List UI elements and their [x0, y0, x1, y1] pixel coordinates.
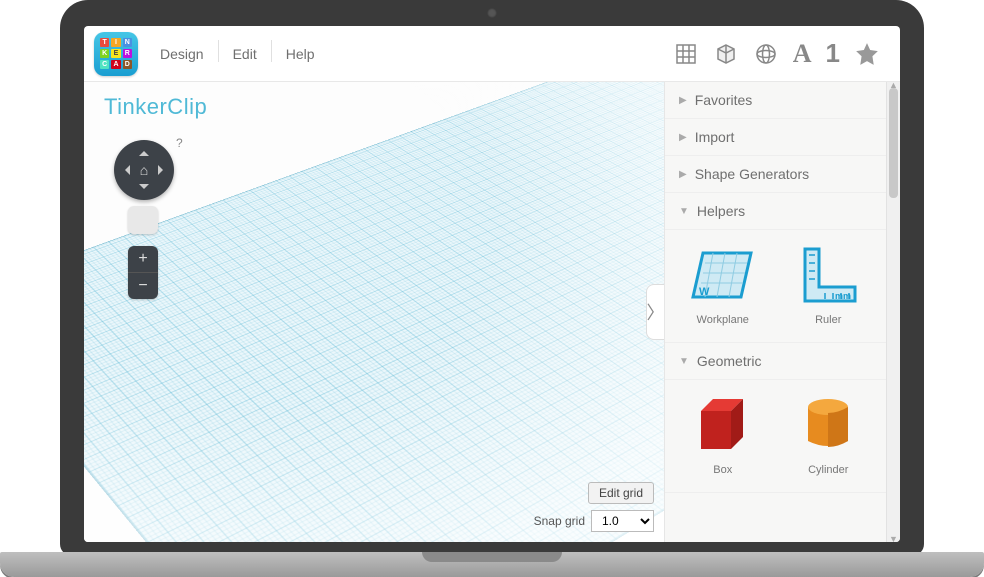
number-1-icon[interactable]: 1 [826, 41, 840, 67]
screen: TIN KER CAD Design Edit Help [84, 26, 900, 542]
workspace: TinkerClip ? ⌂ + − [84, 82, 900, 542]
shape-cylinder[interactable]: Cylinder [783, 390, 875, 476]
laptop-frame: TIN KER CAD Design Edit Help [60, 0, 924, 556]
grid-icon[interactable] [673, 41, 699, 67]
camera-dot [487, 8, 497, 18]
grid-controls: Edit grid Snap grid 1.0 [534, 482, 654, 532]
home-icon[interactable]: ⌂ [140, 162, 148, 178]
shapes-panel: ▶ Favorites ▶ Import ▶ Shape Generators ▼ He… [664, 82, 900, 542]
view-orbit[interactable]: ⌂ [114, 140, 174, 200]
scrollbar-thumb[interactable] [889, 88, 898, 198]
helper-workplane[interactable]: W Workplane [677, 240, 769, 326]
toolbar-icons: A 1 [673, 41, 890, 67]
section-label: Geometric [697, 353, 762, 369]
chevron-down-icon: ▼ [679, 356, 689, 367]
chevron-right-icon: ▶ [679, 95, 687, 106]
box-thumb [684, 390, 762, 458]
zoom-controls: + − [128, 246, 158, 299]
chevron-down-icon: ▼ [679, 206, 689, 217]
ruler-thumb: mm [789, 240, 867, 308]
chevron-right-icon: ▶ [679, 132, 687, 143]
shape-label: Cylinder [808, 464, 848, 476]
cylinder-thumb [789, 390, 867, 458]
scroll-down-icon[interactable]: ▼ [887, 534, 900, 542]
menu-edit[interactable]: Edit [219, 40, 271, 68]
main-menu: Design Edit Help [146, 40, 329, 68]
topbar: TIN KER CAD Design Edit Help [84, 26, 900, 82]
section-import[interactable]: ▶ Import [665, 119, 886, 156]
zoom-out-button[interactable]: − [128, 273, 158, 299]
helpers-body: W Workplane [665, 230, 886, 343]
star-icon[interactable] [854, 41, 880, 67]
section-favorites[interactable]: ▶ Favorites [665, 82, 886, 119]
svg-text:mm: mm [835, 291, 851, 301]
badge-w: W [699, 286, 710, 298]
laptop-base [0, 552, 984, 577]
shape-label: Workplane [697, 314, 749, 326]
cube-icon[interactable] [713, 41, 739, 67]
section-label: Helpers [697, 203, 745, 219]
edit-grid-button[interactable]: Edit grid [588, 482, 654, 504]
orbit-right-icon[interactable] [158, 165, 168, 175]
app: TIN KER CAD Design Edit Help [84, 26, 900, 542]
workplane-grid[interactable] [84, 82, 664, 542]
laptop-notch [422, 552, 562, 562]
shape-label: Box [713, 464, 732, 476]
helper-ruler[interactable]: mm Ruler [783, 240, 875, 326]
section-shape-generators[interactable]: ▶ Shape Generators [665, 156, 886, 193]
fit-view-button[interactable] [128, 206, 158, 234]
orbit-up-icon[interactable] [139, 146, 149, 156]
orbit-down-icon[interactable] [139, 184, 149, 194]
section-geometric[interactable]: ▼ Geometric [665, 343, 886, 380]
sidebar-scrollbar[interactable]: ▲ ▼ [886, 82, 900, 542]
section-label: Import [695, 129, 735, 145]
project-title: TinkerClip [104, 94, 207, 120]
letter-a-icon[interactable]: A [793, 41, 812, 67]
zoom-in-button[interactable]: + [128, 246, 158, 272]
snap-grid-select[interactable]: 1.0 [591, 510, 654, 532]
orbit-left-icon[interactable] [120, 165, 130, 175]
menu-help[interactable]: Help [272, 40, 329, 68]
geometric-body: Box Cylinder [665, 380, 886, 493]
shape-box[interactable]: Box [677, 390, 769, 476]
section-label: Shape Generators [695, 166, 809, 182]
section-helpers[interactable]: ▼ Helpers [665, 193, 886, 230]
canvas[interactable]: TinkerClip ? ⌂ + − [84, 82, 664, 542]
snap-grid-label: Snap grid [534, 514, 585, 528]
tinkercad-logo[interactable]: TIN KER CAD [94, 32, 138, 76]
shape-label: Ruler [815, 314, 841, 326]
section-label: Favorites [695, 92, 753, 108]
chevron-right-icon: ▶ [679, 169, 687, 180]
workplane-thumb: W [684, 240, 762, 308]
menu-design[interactable]: Design [146, 40, 218, 68]
panel-collapse-handle[interactable]: 〉 [646, 284, 664, 340]
sphere-icon[interactable] [753, 41, 779, 67]
help-hint: ? [176, 136, 183, 150]
